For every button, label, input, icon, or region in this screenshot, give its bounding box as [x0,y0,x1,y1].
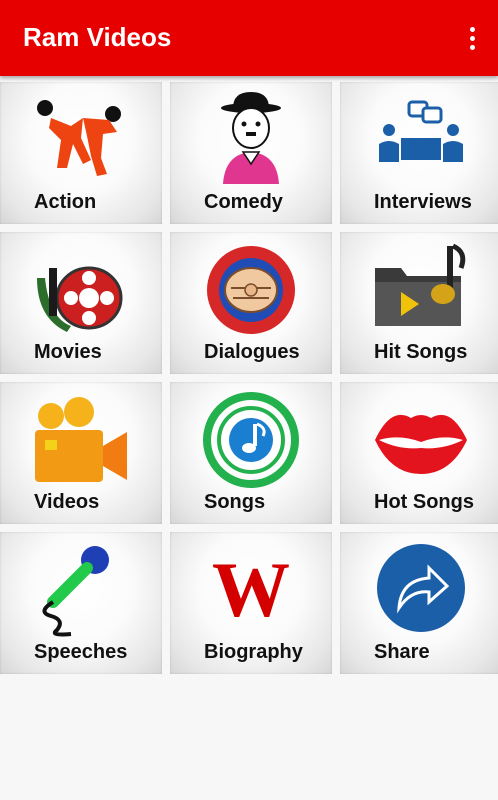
wikipedia-w-icon: W [201,538,301,638]
tile-label: Action [34,191,97,213]
tile-songs[interactable]: Songs [170,382,332,524]
red-lips-icon [371,388,471,488]
tile-interviews[interactable]: Interviews [340,82,498,224]
tile-action[interactable]: Action [0,82,162,224]
tile-share[interactable]: Share [340,532,498,674]
overflow-menu-icon[interactable] [460,22,484,54]
tile-label: Speeches [34,641,128,663]
music-note-circle-icon [201,388,301,488]
app-bar: Ram Videos [0,0,498,76]
tile-label: Hit Songs [374,341,468,363]
film-reel-icon [31,238,131,338]
video-camera-icon [31,388,131,488]
share-arrow-icon [371,538,471,638]
comedy-chaplin-icon [201,88,301,188]
tile-hot-songs[interactable]: Hot Songs [340,382,498,524]
app-title: Ram Videos [23,22,172,52]
tile-label: Dialogues [204,341,300,363]
tile-label: Comedy [204,191,283,213]
tile-label: Biography [204,641,303,663]
tile-label: Videos [34,491,100,513]
action-fighters-icon [31,88,131,188]
interview-people-icon [371,88,471,188]
tile-videos[interactable]: Videos [0,382,162,524]
tile-speeches[interactable]: Speeches [0,532,162,674]
pointing-fist-icon [201,238,301,338]
tile-movies[interactable]: Movies [0,232,162,374]
tile-label: Share [374,641,430,663]
tile-comedy[interactable]: Comedy [170,82,332,224]
tile-dialogues[interactable]: Dialogues [170,232,332,374]
tile-biography[interactable]: W Biography [170,532,332,674]
tile-label: Interviews [374,191,472,213]
tile-hit-songs[interactable]: Hit Songs [340,232,498,374]
microphone-icon [31,538,131,638]
svg-text:W: W [212,546,290,633]
tile-label: Songs [204,491,266,513]
tile-label: Movies [34,341,102,363]
music-folder-icon [371,238,471,338]
tile-label: Hot Songs [374,491,474,513]
